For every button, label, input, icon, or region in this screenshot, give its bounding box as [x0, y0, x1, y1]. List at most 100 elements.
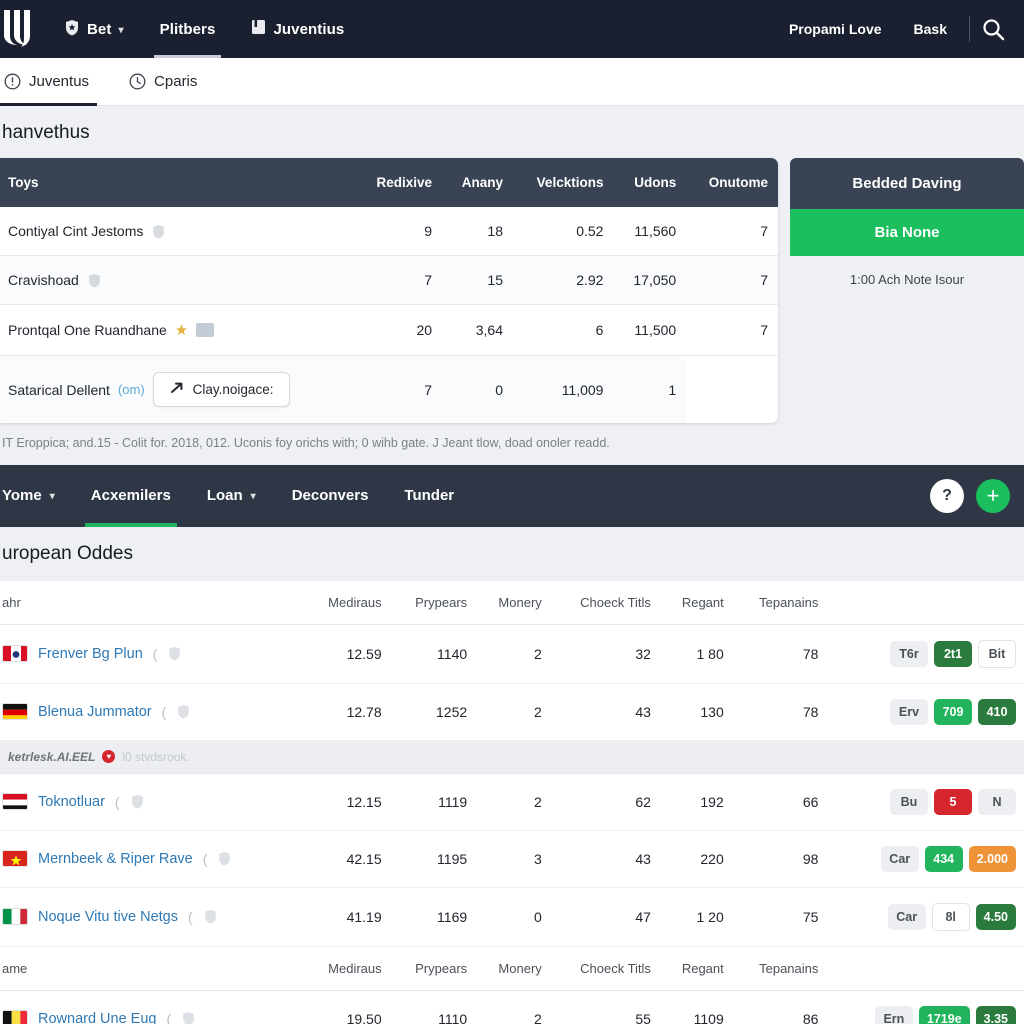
table-row[interactable]: Frenver Bg Plun ( 12.59 1140 2 32 1 80 7… — [0, 624, 1024, 684]
flag-peru-icon — [2, 645, 28, 662]
row-name-cell: Contiyal Cint Jestoms — [0, 207, 355, 256]
juventus-logo[interactable] — [0, 8, 46, 50]
team-paren: ( — [187, 908, 193, 925]
team-link[interactable]: Blenua Jummator — [38, 704, 152, 720]
search-icon[interactable] — [976, 12, 1010, 46]
row-odds-cell: Bu 5 N — [826, 773, 1024, 831]
side-panel: Bedded Daving Bia None 1:00 Ach Note Iso… — [790, 158, 1024, 303]
odds-chip[interactable]: Ern — [874, 1005, 913, 1024]
shield-badge-icon — [176, 704, 191, 719]
row-cell-tepanains: 98 — [731, 830, 827, 888]
row-cell-choeck-titls: 55 — [549, 990, 659, 1024]
col-onutome[interactable]: Onutome — [686, 158, 778, 207]
team-link[interactable]: Noque Vitu tive Netgs — [38, 909, 178, 925]
col-prypears[interactable]: Prypears — [389, 580, 476, 625]
add-button[interactable]: + — [976, 478, 1010, 513]
tab-cparis[interactable]: Cparis — [111, 58, 219, 105]
row-name-cell: Satarical Dellent (om) Clay.noigace: — [0, 355, 355, 423]
col-regant[interactable]: Regant — [658, 946, 732, 991]
topnav-item-bet[interactable]: Bet ▾ — [46, 0, 142, 58]
odds-chip[interactable]: 4.50 — [975, 903, 1016, 930]
darknav-item-yome[interactable]: Yome ▾ — [0, 465, 73, 527]
col-mediraus[interactable]: Mediraus — [302, 946, 390, 991]
col-mediraus[interactable]: Mediraus — [302, 580, 390, 625]
tab-juventus[interactable]: Juventus — [0, 58, 111, 106]
odds-chip[interactable]: 3.35 — [975, 1005, 1016, 1024]
row-cell-tepanains: 78 — [731, 683, 827, 741]
topnav-link-propami-love[interactable]: Propami Love — [773, 21, 898, 37]
odds-chip[interactable]: 1719e — [918, 1005, 970, 1024]
col-ahr[interactable]: ahr — [0, 580, 303, 625]
promo-banner-row[interactable]: ketrlesk.AI.EEL l0 stvdsrook. — [0, 740, 1024, 774]
team-link[interactable]: Frenver Bg Plun — [38, 646, 143, 662]
odds-chip[interactable]: 2t1 — [934, 640, 972, 667]
darknav-item-deconvers[interactable]: Deconvers — [274, 465, 387, 527]
table-row[interactable]: Contiyal Cint Jestoms 9 18 0.52 11,560 7 — [0, 207, 778, 256]
shield-badge-icon — [130, 794, 145, 809]
col-monery[interactable]: Monery — [475, 580, 550, 625]
flag-germany-icon — [2, 703, 28, 720]
team-link[interactable]: Rownard Une Eug — [38, 1011, 157, 1024]
table-row[interactable]: Cravishoad 7 15 2.92 17,050 7 — [0, 255, 778, 305]
odds-chip[interactable]: Bu — [890, 788, 928, 815]
row-label: Prontqal One Ruandhane — [8, 322, 167, 338]
clay-noigace-button[interactable]: Clay.noigace: — [152, 372, 291, 407]
col-udons[interactable]: Udons — [613, 158, 687, 207]
table-subheader-row: ame Mediraus Prypears Monery Choeck Titl… — [0, 946, 1024, 991]
table-row[interactable]: Mernbeek & Riper Rave ( 42.15 1195 3 43 … — [0, 830, 1024, 888]
col-monery[interactable]: Monery — [475, 946, 550, 991]
col-toys[interactable]: Toys — [0, 158, 355, 207]
table-row[interactable]: Rownard Une Eug ( 19.50 1110 2 55 1109 8… — [0, 990, 1024, 1024]
odds-chip[interactable]: 434 — [924, 845, 963, 872]
topnav-link-bask[interactable]: Bask — [898, 21, 963, 37]
shield-badge-icon — [87, 273, 102, 288]
col-tepanains[interactable]: Tepanains — [731, 580, 827, 625]
topnav-item-plitbers[interactable]: Plitbers — [142, 0, 234, 58]
odds-chip[interactable]: Bit — [978, 639, 1016, 668]
table-row[interactable]: Blenua Jummator ( 12.78 1252 2 43 130 78… — [0, 683, 1024, 741]
col-tepanains[interactable]: Tepanains — [731, 946, 827, 991]
darknav-item-acxemilers[interactable]: Acxemilers — [73, 465, 189, 527]
row-cell-prypears: 1119 — [389, 773, 476, 831]
topnav-divider — [969, 16, 970, 42]
odds-chip[interactable]: Erv — [890, 698, 928, 725]
odds-chip[interactable]: Car — [887, 903, 926, 930]
topnav-item-juventius[interactable]: Juventius — [233, 0, 362, 58]
clay-noigace-label: Clay.noigace: — [192, 382, 274, 397]
odds-chip[interactable]: 5 — [934, 788, 972, 815]
col-velcktions[interactable]: Velcktions — [512, 158, 614, 207]
darknav-item-tunder[interactable]: Tunder — [386, 465, 472, 527]
team-link[interactable]: Mernbeek & Riper Rave — [38, 851, 193, 867]
table-row[interactable]: Prontqal One Ruandhane ★ 20 3,64 6 11,50… — [0, 304, 778, 356]
darknav-item-label: Yome — [2, 487, 42, 504]
odds-chip[interactable]: 2.000 — [968, 845, 1016, 872]
darknav-item-loan[interactable]: Loan ▾ — [189, 465, 274, 527]
row-team-cell: Mernbeek & Riper Rave ( — [0, 830, 303, 888]
odds-chip[interactable]: T6r — [890, 640, 928, 667]
bia-none-button[interactable]: Bia None — [790, 209, 1024, 256]
row-cell-choeck-titls: 43 — [549, 683, 659, 741]
row-cell-monery: 2 — [475, 683, 550, 741]
team-link[interactable]: Toknotluar — [38, 794, 105, 810]
col-regant[interactable]: Regant — [658, 580, 732, 625]
odds-chip[interactable]: 410 — [978, 698, 1016, 725]
col-choeck-titls[interactable]: Choeck Titls — [549, 946, 659, 991]
odds-chip[interactable]: Car — [880, 845, 919, 872]
table-row[interactable]: Toknotluar ( 12.15 1119 2 62 192 66 Bu 5… — [0, 773, 1024, 831]
odds-chip[interactable]: 8l — [931, 902, 970, 931]
col-choeck-titls[interactable]: Choeck Titls — [549, 580, 659, 625]
row-cell-anany: 3,64 — [442, 304, 513, 356]
col-redixive[interactable]: Redixive — [354, 158, 443, 207]
table-row[interactable]: Noque Vitu tive Netgs ( 41.19 1169 0 47 … — [0, 887, 1024, 947]
col-anany[interactable]: Anany — [442, 158, 513, 207]
help-button[interactable]: ? — [930, 478, 964, 513]
table-body: Frenver Bg Plun ( 12.59 1140 2 32 1 80 7… — [0, 624, 1024, 1024]
promo-banner-sub: l0 stvdsrook. — [122, 749, 190, 764]
odds-chip[interactable]: 709 — [934, 698, 972, 725]
col-ame[interactable]: ame — [0, 946, 303, 991]
col-prypears[interactable]: Prypears — [389, 946, 476, 991]
table-row[interactable]: Satarical Dellent (om) Clay.noigace: 7 0… — [0, 355, 778, 423]
odds-chip[interactable]: N — [978, 788, 1016, 815]
section-one-title: hanvethus — [2, 122, 90, 143]
darknav-item-label: Deconvers — [291, 487, 369, 504]
